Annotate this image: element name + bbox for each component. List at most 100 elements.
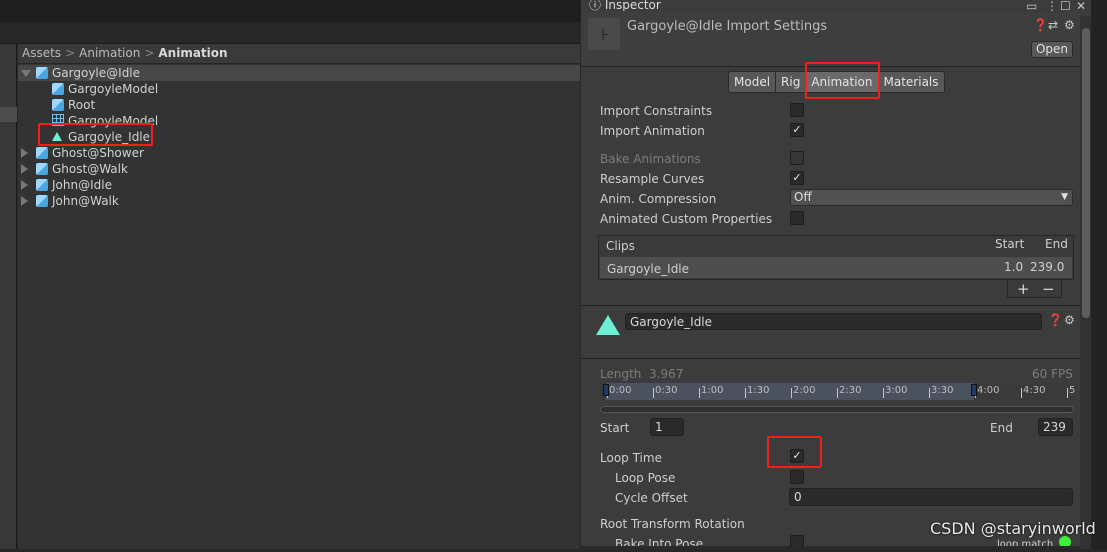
timeline-tick (883, 388, 884, 398)
tree-item[interactable]: Ghost@Shower (18, 145, 580, 161)
start-field[interactable]: 1 (650, 418, 684, 436)
end-label: End (990, 421, 1013, 435)
timeline-tick-label: 0:00 (609, 385, 632, 396)
folder-selected[interactable] (0, 107, 17, 122)
bake-animations-label: Bake Animations (600, 152, 701, 166)
animation-clip-icon (596, 315, 620, 335)
inspector-title: Gargoyle@Idle Import Settings (627, 19, 828, 34)
collapsed-arrow-icon[interactable] (21, 196, 28, 206)
watermark: CSDN @staryinworld (930, 519, 1096, 538)
timeline-tick (929, 388, 930, 398)
lock-icon[interactable]: ▭ (1026, 0, 1037, 12)
loop-pose-checkbox[interactable] (790, 470, 804, 484)
timeline-tick-label: 3:30 (931, 385, 954, 396)
project-tab-bar (0, 22, 580, 44)
model-prefab-icon (36, 163, 48, 175)
model-prefab-icon (36, 67, 48, 79)
timeline-tick (837, 388, 838, 398)
timeline-tick-label: 4:00 (977, 385, 1000, 396)
more-icon[interactable]: ⋮ (1046, 0, 1058, 12)
maximize-icon[interactable]: ☐ (1060, 0, 1071, 12)
highlight-box (805, 62, 880, 99)
loop-time-label: Loop Time (600, 451, 662, 465)
timeline-tick-label: 2:00 (793, 385, 816, 396)
clips-header: Clips (606, 239, 635, 253)
tab-rig[interactable]: Rig (776, 72, 807, 92)
cycle-offset-label: Cycle Offset (615, 491, 688, 505)
tree-item-label: Gargoyle@Idle (52, 66, 141, 80)
timeline-tick-label: 0:30 (655, 385, 678, 396)
add-clip-button[interactable]: + (1017, 280, 1030, 298)
breadcrumb: Assets > Animation > Animation (18, 44, 580, 64)
import-constraints-checkbox[interactable] (790, 103, 804, 117)
breadcrumb-current[interactable]: Animation (158, 46, 227, 60)
anim-compression-dropdown[interactable]: Off ▼ (790, 189, 1073, 206)
tree-item[interactable]: GargoyleModel (18, 81, 580, 97)
dropdown-value: Off (794, 190, 812, 204)
tree-item-label: John@Idle (52, 178, 112, 192)
clip-name-field[interactable]: Gargoyle_Idle (625, 313, 1042, 330)
clips-start-header: Start (995, 237, 1025, 251)
gear-icon[interactable]: ⚙ (1064, 19, 1075, 31)
loop-pose-label: Loop Pose (615, 471, 676, 485)
start-label: Start (600, 421, 630, 435)
end-field[interactable]: 239 (1038, 418, 1073, 436)
end-marker[interactable] (971, 384, 977, 396)
timeline-scrollbar[interactable] (600, 406, 1074, 413)
tree-item[interactable]: John@Idle (18, 177, 580, 193)
tree-item-label: Ghost@Walk (52, 162, 128, 176)
clip-row-name: Gargoyle_Idle (607, 262, 690, 276)
import-animation-label: Import Animation (600, 124, 705, 138)
collapsed-arrow-icon[interactable] (21, 164, 28, 174)
help-icon[interactable]: ❓ (1048, 314, 1063, 326)
timeline-tick-label: 4:30 (1023, 385, 1046, 396)
model-prefab-icon (52, 83, 64, 95)
inspector-tab[interactable]: ⓘ Inspector (581, 0, 661, 11)
tree-item[interactable]: Gargoyle@Idle (18, 65, 580, 81)
import-animation-checkbox[interactable]: ✓ (790, 123, 804, 137)
collapsed-arrow-icon[interactable] (21, 180, 28, 190)
timeline-tick-label: 1:30 (747, 385, 770, 396)
chevron-down-icon: ▼ (1061, 192, 1068, 202)
resample-curves-checkbox[interactable]: ✓ (790, 171, 804, 185)
length-label: Length (600, 367, 642, 381)
scrollbar-thumb[interactable] (1082, 28, 1090, 318)
gear-icon[interactable]: ⚙ (1064, 314, 1075, 326)
animated-custom-properties-checkbox[interactable] (790, 211, 804, 225)
asset-preview-icon: ⺊ (588, 18, 620, 50)
timeline-tick-label: 1:00 (701, 385, 724, 396)
window-edge (1091, 0, 1107, 549)
model-prefab-icon (36, 179, 48, 191)
tree-item[interactable]: John@Walk (18, 193, 580, 209)
breadcrumb-assets[interactable]: Assets (22, 46, 61, 60)
help-icon[interactable]: ❓ (1033, 19, 1048, 31)
length-value: 3.967 (649, 367, 684, 381)
import-constraints-label: Import Constraints (600, 104, 713, 118)
tab-model[interactable]: Model (729, 72, 777, 92)
tree-item[interactable]: Ghost@Walk (18, 161, 580, 177)
collapsed-arrow-icon[interactable] (21, 148, 28, 158)
breadcrumb-animation[interactable]: Animation (79, 46, 140, 60)
resample-curves-label: Resample Curves (600, 172, 705, 186)
start-marker[interactable] (603, 384, 609, 396)
timeline-tick (791, 388, 792, 398)
tab-materials[interactable]: Materials (878, 72, 944, 92)
timeline-tick (1021, 388, 1022, 398)
open-button[interactable]: Open (1031, 41, 1073, 58)
expanded-arrow-icon[interactable] (21, 70, 31, 77)
divider (581, 358, 1080, 359)
tree-item-label: John@Walk (52, 194, 119, 208)
remove-clip-button[interactable]: − (1042, 280, 1055, 298)
tree-item-label: GargoyleModel (68, 82, 159, 96)
timeline-tick (699, 388, 700, 398)
timeline-tick (653, 388, 654, 398)
presets-icon[interactable]: ⇄ (1048, 19, 1058, 31)
cycle-offset-field[interactable]: 0 (789, 488, 1073, 506)
tree-item-label: Ghost@Shower (52, 146, 144, 160)
clip-row-start: 1.0 (1004, 260, 1024, 274)
close-icon[interactable]: ✕ (1076, 0, 1086, 12)
chevron-right-icon: > (65, 46, 76, 60)
divider (581, 305, 1080, 306)
timeline-tick-label: 3:00 (885, 385, 908, 396)
tree-item[interactable]: Root (18, 97, 580, 113)
